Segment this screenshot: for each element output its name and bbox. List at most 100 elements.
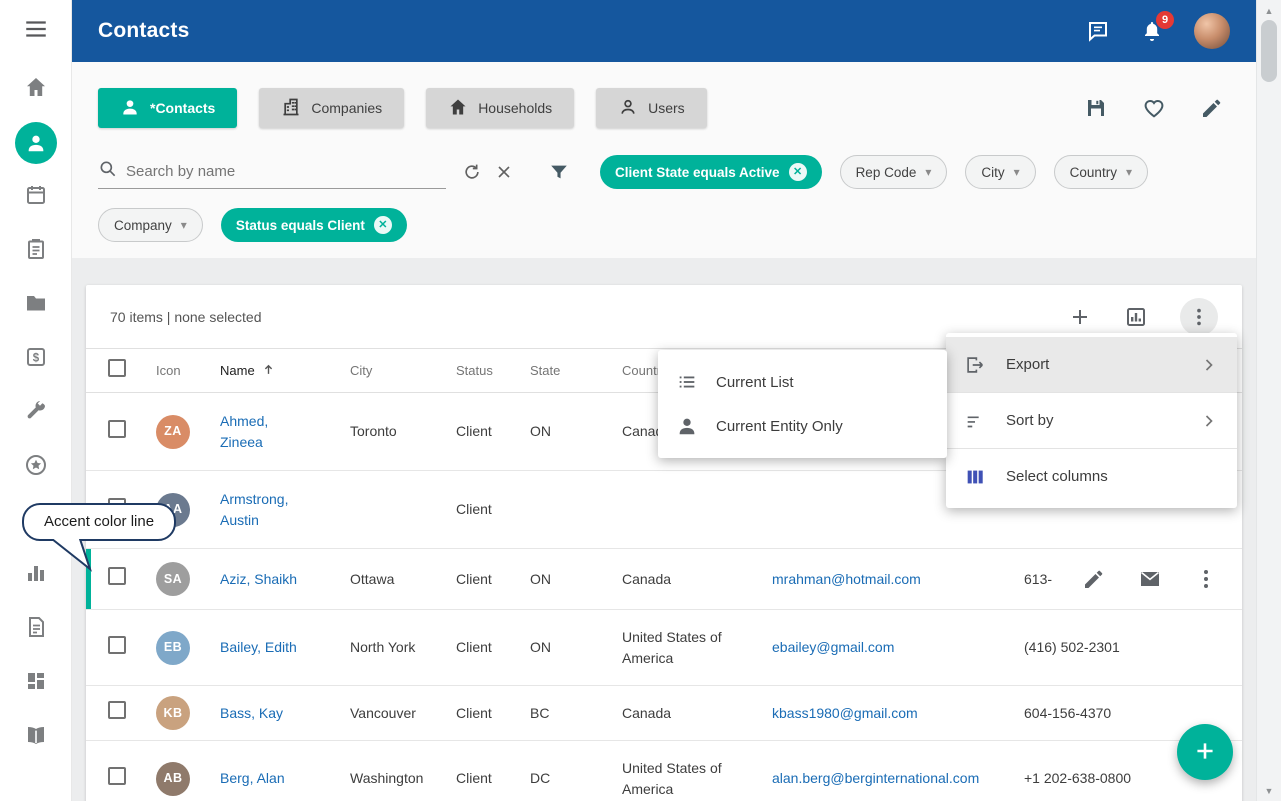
filter-chip-company[interactable]: Company ▾ <box>98 208 203 242</box>
selection-summary: 70 items | none selected <box>110 309 262 325</box>
contact-email-link[interactable]: ebailey@gmail.com <box>772 639 894 655</box>
column-header-name[interactable]: Name <box>220 362 350 380</box>
cell-country: United States of America <box>622 627 772 669</box>
edit-pencil-icon[interactable] <box>1200 96 1224 120</box>
sidebar: $ <box>0 0 72 801</box>
favorite-heart-icon[interactable] <box>1142 96 1166 120</box>
chat-icon[interactable] <box>1086 19 1110 43</box>
row-checkbox[interactable] <box>108 567 126 585</box>
document-icon <box>24 615 48 644</box>
search-box <box>98 155 446 189</box>
sidebar-item-calendar[interactable] <box>0 170 71 224</box>
sidebar-item-badges[interactable] <box>0 440 71 494</box>
filter-chip-rep-code[interactable]: Rep Code ▾ <box>840 155 948 189</box>
contact-email-link[interactable]: alan.berg@berginternational.com <box>772 770 979 786</box>
remove-filter-icon[interactable]: ✕ <box>374 216 392 234</box>
page-title: Contacts <box>98 19 189 43</box>
sidebar-item-contacts[interactable] <box>0 116 71 170</box>
svg-text:$: $ <box>32 352 39 364</box>
cell-city: Washington <box>350 768 456 789</box>
contact-avatar: AB <box>156 762 190 796</box>
contact-name-link[interactable]: Ahmed, Zineea <box>220 411 312 453</box>
filter-chip-status[interactable]: Status equals Client ✕ <box>221 208 407 242</box>
table-row[interactable]: EB Bailey, Edith North York Client ON Un… <box>86 610 1242 686</box>
sidebar-item-dashboard[interactable] <box>0 656 71 710</box>
star-badge-icon <box>24 453 48 482</box>
cell-state: DC <box>530 768 622 789</box>
topbar: Contacts 9 <box>72 0 1256 62</box>
menu-item-current-entity-only[interactable]: Current Entity Only <box>658 404 947 448</box>
add-contact-fab[interactable] <box>1177 724 1233 780</box>
tab-companies[interactable]: Companies <box>259 88 404 128</box>
insert-chart-icon[interactable] <box>1124 305 1148 329</box>
sidebar-item-billing[interactable]: $ <box>0 332 71 386</box>
table-row[interactable]: KB Bass, Kay Vancouver Client BC Canada … <box>86 686 1242 741</box>
remove-filter-icon[interactable]: ✕ <box>789 163 807 181</box>
bell-icon <box>1140 30 1164 47</box>
menu-item-select-columns[interactable]: Select columns <box>946 449 1237 504</box>
sidebar-item-tasks[interactable] <box>0 224 71 278</box>
sidebar-item-library[interactable] <box>0 710 71 764</box>
contact-name-link[interactable]: Bailey, Edith <box>220 637 297 658</box>
more-options-button[interactable] <box>1180 298 1218 336</box>
clear-search-icon[interactable] <box>494 162 514 182</box>
scroll-up-arrow[interactable]: ▲ <box>1257 2 1281 19</box>
book-icon <box>24 723 48 752</box>
column-header-icon[interactable]: Icon <box>156 363 220 378</box>
menu-item-export[interactable]: Export <box>946 337 1237 392</box>
contact-avatar: KB <box>156 696 190 730</box>
row-checkbox[interactable] <box>108 767 126 785</box>
sidebar-menu-toggle[interactable] <box>0 0 71 62</box>
row-checkbox[interactable] <box>108 701 126 719</box>
tab-contacts[interactable]: *Contacts <box>98 88 237 128</box>
bar-chart-icon <box>24 561 48 590</box>
filter-chip-client-state[interactable]: Client State equals Active ✕ <box>600 155 822 189</box>
export-submenu: Current List Current Entity Only <box>658 350 947 458</box>
user-avatar[interactable] <box>1194 13 1230 49</box>
refresh-icon[interactable] <box>462 162 482 182</box>
chevron-down-icon: ▾ <box>181 218 187 232</box>
filter-chip-country[interactable]: Country ▾ <box>1054 155 1148 189</box>
column-header-city[interactable]: City <box>350 363 456 378</box>
menu-item-sort-by[interactable]: Sort by <box>946 393 1237 448</box>
home-icon <box>448 97 468 120</box>
cell-phone: (416) 502-2301 <box>1024 637 1242 658</box>
row-more-options-icon[interactable] <box>1194 567 1218 591</box>
sidebar-item-home[interactable] <box>0 62 71 116</box>
cell-status: Client <box>456 569 530 590</box>
tab-users[interactable]: Users <box>596 88 707 128</box>
filter-funnel-icon[interactable] <box>548 161 570 183</box>
cell-city: Vancouver <box>350 703 456 724</box>
sidebar-item-files[interactable] <box>0 278 71 332</box>
add-icon[interactable] <box>1068 305 1092 329</box>
save-view-icon[interactable] <box>1084 96 1108 120</box>
contact-name-link[interactable]: Aziz, Shaikh <box>220 569 297 590</box>
email-envelope-icon[interactable] <box>1138 567 1162 591</box>
contact-email-link[interactable]: kbass1980@gmail.com <box>772 705 918 721</box>
column-header-status[interactable]: Status <box>456 363 530 378</box>
chevron-down-icon: ▾ <box>1126 165 1132 179</box>
row-checkbox[interactable] <box>108 636 126 654</box>
scroll-down-arrow[interactable]: ▼ <box>1257 782 1281 799</box>
table-row-active[interactable]: SA Aziz, Shaikh Ottawa Client ON Canada … <box>86 549 1242 610</box>
column-header-state[interactable]: State <box>530 363 622 378</box>
contact-name-link[interactable]: Armstrong, Austin <box>220 489 312 531</box>
search-input[interactable] <box>126 163 446 180</box>
tab-households[interactable]: Households <box>426 88 574 128</box>
scrollbar-thumb[interactable] <box>1261 20 1277 82</box>
notifications-button[interactable]: 9 <box>1140 19 1164 43</box>
cell-city: North York <box>350 637 456 658</box>
select-all-checkbox[interactable] <box>108 359 126 377</box>
table-row[interactable]: AB Berg, Alan Washington Client DC Unite… <box>86 741 1242 801</box>
row-checkbox[interactable] <box>108 420 126 438</box>
sidebar-item-documents[interactable] <box>0 602 71 656</box>
sidebar-item-tools[interactable] <box>0 386 71 440</box>
contact-email-link[interactable]: mrahman@hotmail.com <box>772 571 921 587</box>
edit-pencil-icon[interactable] <box>1082 567 1106 591</box>
contact-avatar: EB <box>156 631 190 665</box>
menu-item-current-list[interactable]: Current List <box>658 360 947 404</box>
vertical-scrollbar[interactable]: ▲ ▼ <box>1256 0 1281 801</box>
contact-name-link[interactable]: Berg, Alan <box>220 768 285 789</box>
filter-chip-city[interactable]: City ▾ <box>965 155 1035 189</box>
contact-name-link[interactable]: Bass, Kay <box>220 703 283 724</box>
